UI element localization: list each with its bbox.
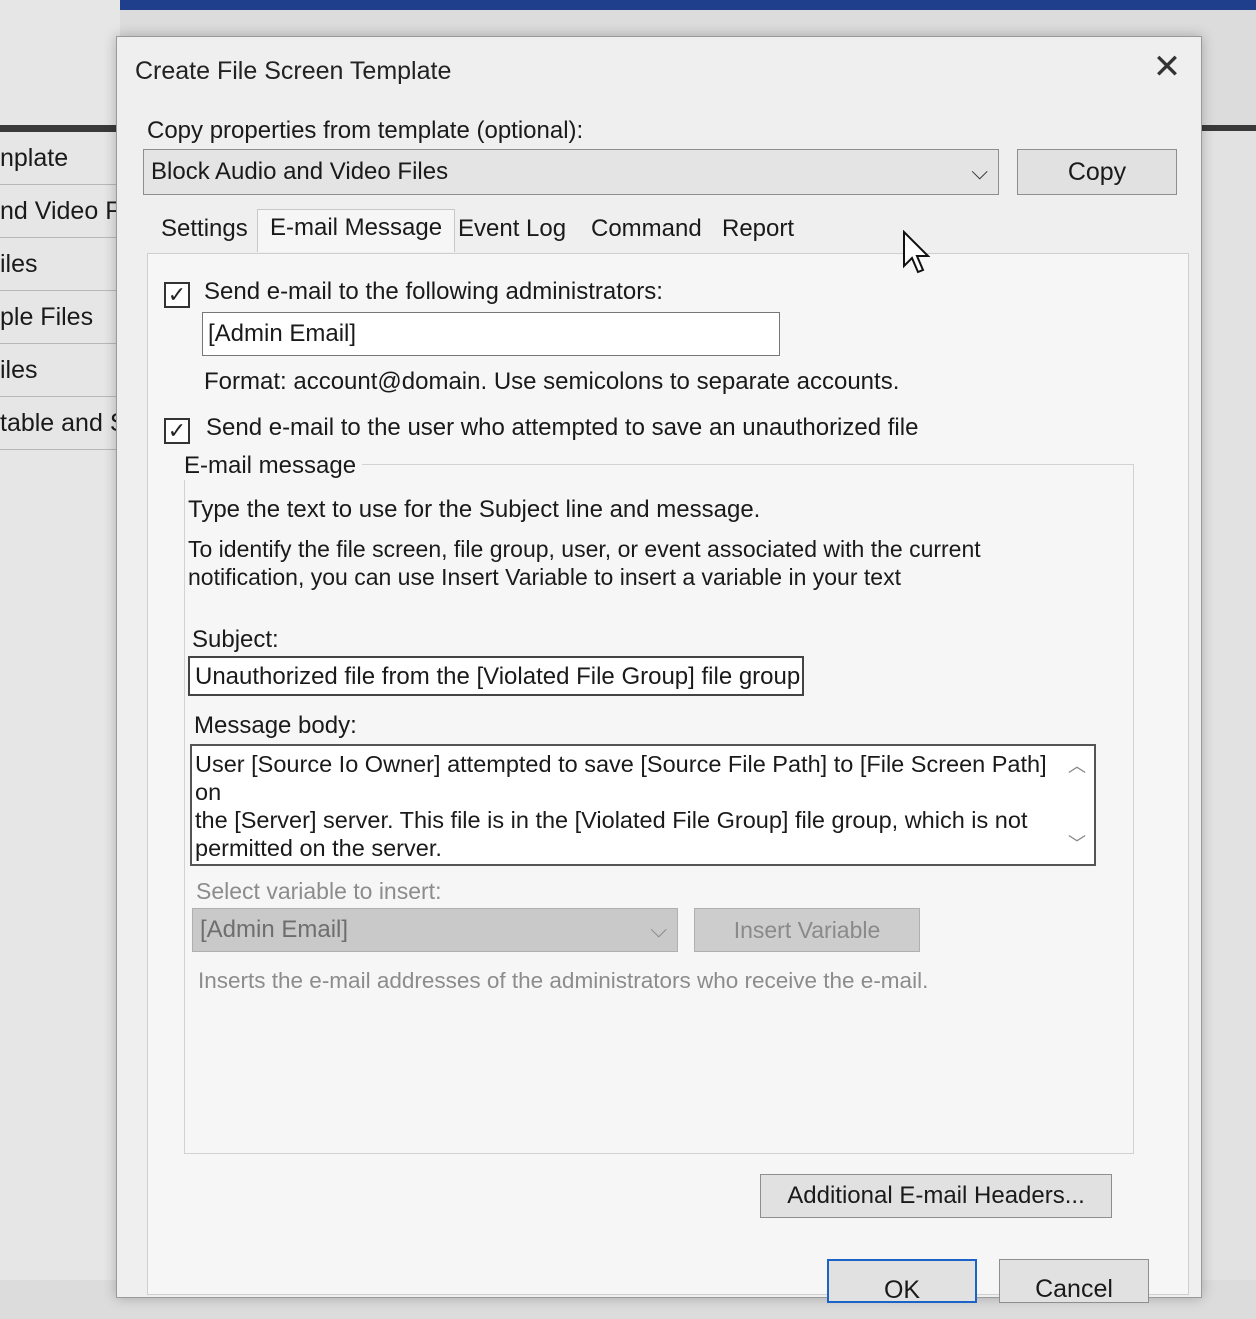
variable-description: Inserts the e-mail addresses of the admi… [198,968,929,993]
message-body-label: Message body: [194,712,357,739]
admin-email-field[interactable]: [Admin Email] [202,312,780,356]
chevron-down-icon: ⌵ [650,917,667,942]
instruction-text: Type the text to use for the Subject lin… [188,496,761,523]
instruction-variable-text-2: notification, you can use Insert Variabl… [188,564,901,590]
template-select-value: Block Audio and Video Files [151,158,449,185]
create-file-screen-template-dialog: Create File Screen Template ✕ Copy prope… [116,36,1202,1304]
ok-button[interactable]: OK [827,1259,977,1304]
send-admin-label: Send e-mail to the following administrat… [204,278,663,305]
email-message-group-title: E-mail message [184,452,363,480]
copy-button[interactable]: Copy [1017,149,1177,195]
tab-event-log[interactable]: Event Log [458,215,566,243]
chevron-down-icon: ⌵ [971,159,988,184]
subject-label: Subject: [192,626,279,653]
scroll-up-icon[interactable]: ︿ [1068,752,1086,780]
message-body-line: permitted on the server. [195,835,442,861]
background-window-titlebar [70,0,1256,10]
copy-from-template-label: Copy properties from template (optional)… [147,117,584,144]
background-right-pane [1200,125,1256,1280]
instruction-variable-text: To identify the file screen, file group,… [188,536,981,562]
variable-select[interactable]: [Admin Email] ⌵ [192,908,678,952]
tab-command[interactable]: Command [591,215,702,243]
background-list-item[interactable]: nd Video Fi [0,185,122,238]
subject-input[interactable]: Unauthorized file from the [Violated Fil… [188,656,804,696]
background-left-header [0,125,120,132]
mouse-pointer-icon [903,230,931,274]
send-user-checkbox[interactable]: ✓ [164,418,190,444]
message-body-textarea[interactable]: User [Source Io Owner] attempted to save… [190,744,1096,866]
send-admin-checkbox[interactable]: ✓ [164,282,190,308]
format-hint: Format: account@domain. Use semicolons t… [204,368,900,395]
message-body-line: the [Server] server. This file is in the… [195,807,1028,833]
background-list-item[interactable]: table and S [0,397,122,450]
background-template-list: nplate nd Video Fi iles ple Files iles t… [0,132,122,450]
select-variable-label: Select variable to insert: [196,878,442,904]
background-list-item[interactable]: iles [0,344,122,397]
tab-email-message[interactable]: E-mail Message [257,209,456,252]
cancel-button[interactable]: Cancel [999,1259,1149,1303]
template-select[interactable]: Block Audio and Video Files ⌵ [143,149,999,195]
background-list-item[interactable]: iles [0,238,122,291]
send-user-label: Send e-mail to the user who attempted to… [206,414,919,441]
email-message-panel: ✓ Send e-mail to the following administr… [147,253,1189,1295]
tab-report[interactable]: Report [722,215,794,243]
background-right-header [1200,125,1256,131]
scroll-down-icon[interactable]: ﹀ [1068,830,1086,858]
message-body-line: User [Source Io Owner] attempted to save… [195,751,1047,805]
background-list-item[interactable]: ple Files [0,291,122,344]
close-icon[interactable]: ✕ [1147,47,1187,87]
variable-select-value: [Admin Email] [200,916,349,943]
tab-settings[interactable]: Settings [161,215,248,243]
additional-email-headers-button[interactable]: Additional E-mail Headers... [760,1174,1112,1218]
dialog-title: Create File Screen Template [135,57,452,85]
insert-variable-button[interactable]: Insert Variable [694,908,920,952]
background-list-item[interactable]: nplate [0,132,122,185]
